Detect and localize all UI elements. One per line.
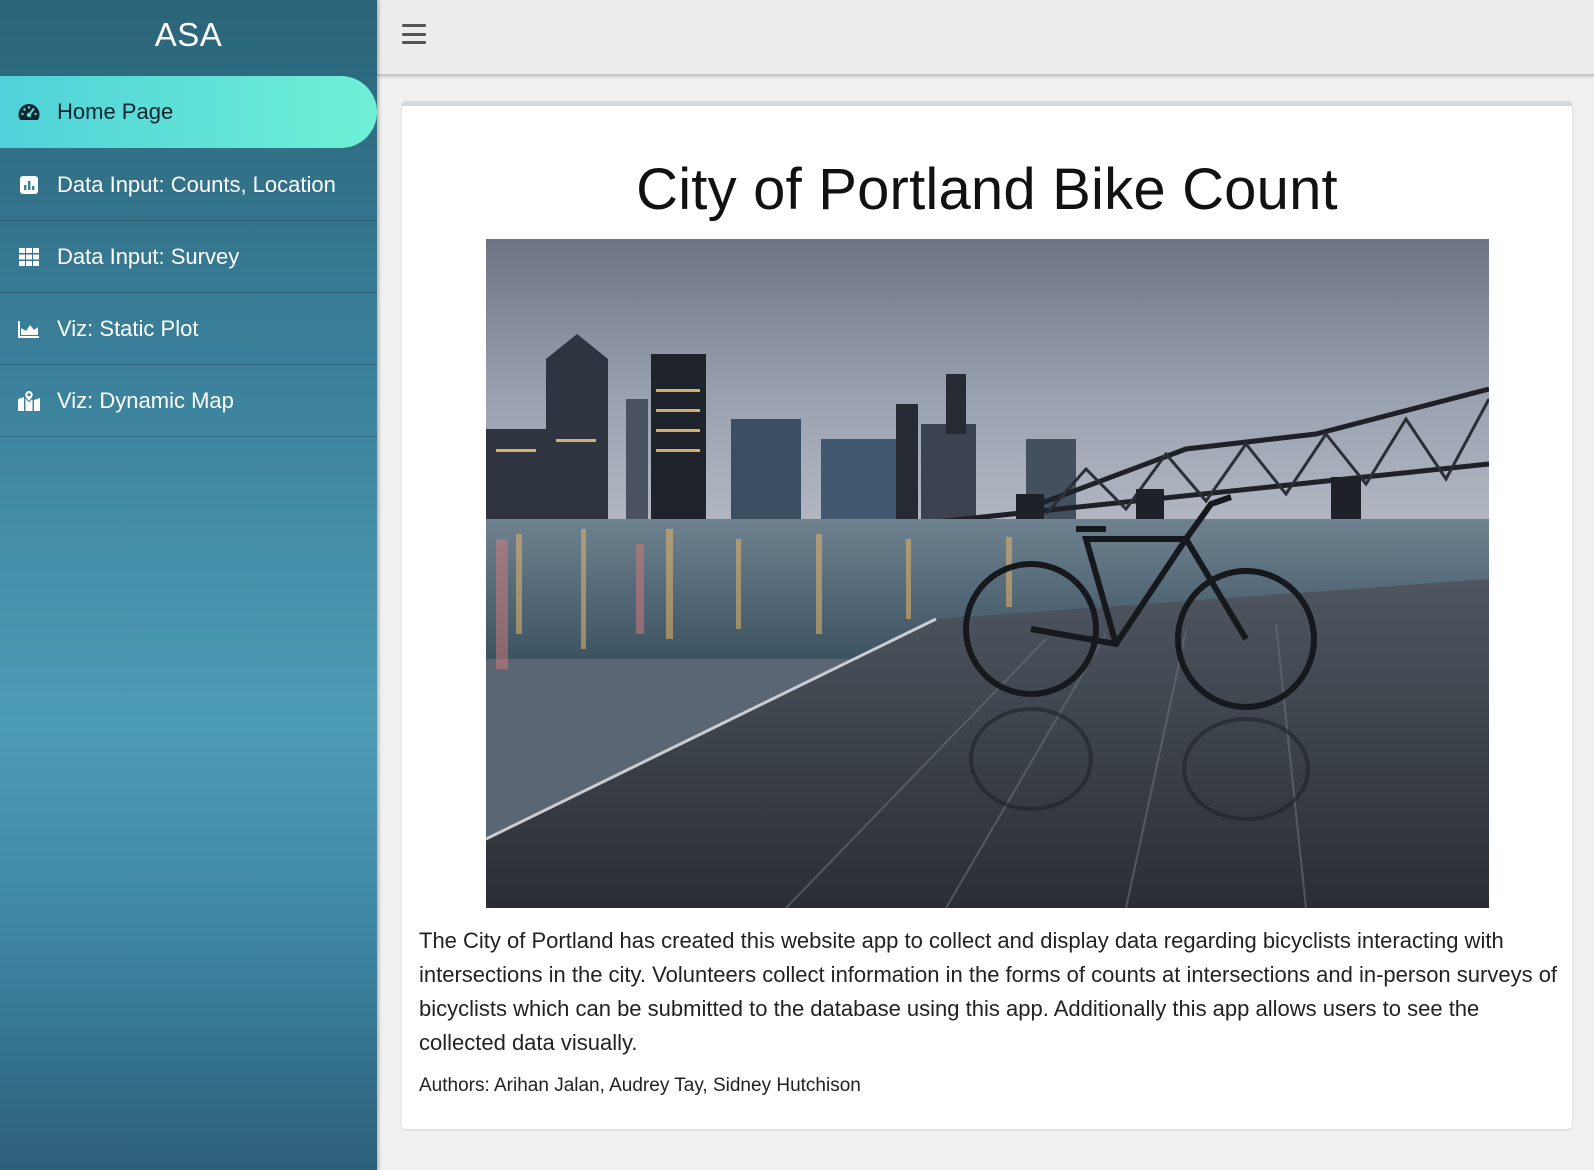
sidebar-item-viz-static-plot[interactable]: Viz: Static Plot [0,293,377,365]
app-description: The City of Portland has created this we… [419,928,1558,1055]
sidebar: ASA Home Page Data Input: Counts, Locati… [0,0,377,1170]
authors-text: Authors: Arihan Jalan, Audrey Tay, Sidne… [419,1075,861,1096]
hamburger-menu-icon[interactable] [401,22,427,46]
sidebar-item-label: Data Input: Survey [57,243,240,269]
hero-image [486,239,1489,908]
sidebar-item-viz-dynamic-map[interactable]: Viz: Dynamic Map [0,365,377,437]
page-title: City of Portland Bike Count [636,157,1338,222]
dashboard-gauge-icon [16,99,42,125]
sidebar-item-label: Viz: Static Plot [57,315,199,341]
sidebar-menu: Home Page Data Input: Counts, Location D… [0,76,377,437]
map-marked-icon [16,388,42,414]
bar-chart-square-icon [16,172,42,198]
area-chart-icon [16,316,42,342]
sidebar-item-label: Viz: Dynamic Map [57,387,234,413]
sidebar-item-label: Home Page [57,99,174,124]
home-content-box: City of Portland Bike Count The City of … [402,101,1572,1129]
sidebar-item-label: Data Input: Counts, Location [57,171,336,197]
top-navbar [377,0,1594,76]
sidebar-item-data-input-counts[interactable]: Data Input: Counts, Location [0,149,377,221]
grid-table-icon [16,244,42,270]
app-brand[interactable]: ASA [0,0,377,70]
sidebar-item-home-page[interactable]: Home Page [0,76,377,148]
sidebar-item-data-input-survey[interactable]: Data Input: Survey [0,221,377,293]
